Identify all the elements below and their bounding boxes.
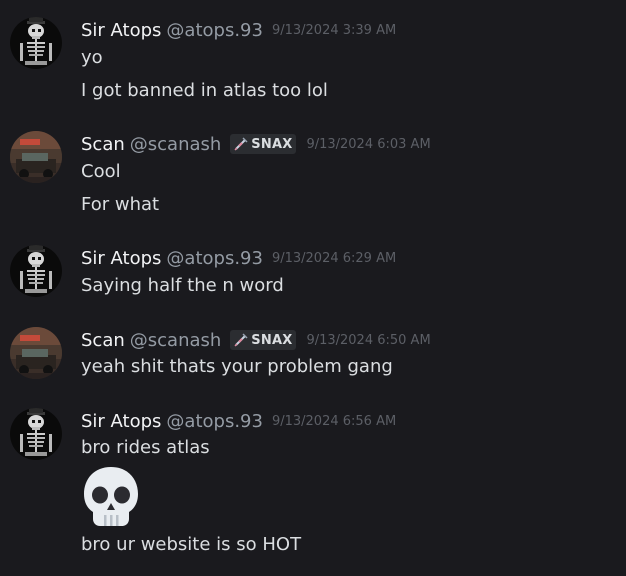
display-name[interactable]: Sir Atops bbox=[81, 248, 161, 269]
message-header: Sir Atops @atops.93 9/13/2024 6:56 AM bbox=[81, 410, 396, 432]
username-handle[interactable]: @scanash bbox=[130, 330, 222, 351]
car-avatar-icon[interactable] bbox=[10, 327, 62, 379]
syringe-icon bbox=[233, 332, 249, 348]
skeleton-avatar-icon[interactable] bbox=[10, 245, 62, 297]
message-header: Scan @scanash SNAX 9/13/2024 6:50 AM bbox=[81, 329, 431, 351]
message-text: Saying half the n word bbox=[81, 275, 284, 296]
chat-message-list: Sir Atops @atops.93 9/13/2024 3:39 AM yo… bbox=[0, 0, 626, 576]
skeleton-avatar-icon[interactable] bbox=[10, 408, 62, 460]
display-name[interactable]: Scan bbox=[81, 330, 125, 351]
timestamp: 9/13/2024 6:29 AM bbox=[271, 250, 397, 266]
display-name[interactable]: Sir Atops bbox=[81, 20, 161, 41]
timestamp: 9/13/2024 3:39 AM bbox=[271, 22, 397, 38]
display-name[interactable]: Scan bbox=[81, 134, 125, 155]
username-handle[interactable]: @scanash bbox=[130, 134, 222, 155]
server-tag-label: SNAX bbox=[251, 136, 293, 152]
username-handle[interactable]: @atops.93 bbox=[166, 248, 263, 269]
message-text: I got banned in atlas too lol bbox=[81, 80, 328, 101]
timestamp: 9/13/2024 6:56 AM bbox=[271, 413, 397, 429]
server-tag[interactable]: SNAX bbox=[230, 330, 297, 350]
username-handle[interactable]: @atops.93 bbox=[166, 20, 263, 41]
message-header: Sir Atops @atops.93 9/13/2024 3:39 AM bbox=[81, 19, 396, 41]
skeleton-avatar-icon[interactable] bbox=[10, 17, 62, 69]
message-header: Sir Atops @atops.93 9/13/2024 6:29 AM bbox=[81, 247, 396, 269]
message-header: Scan @scanash SNAX 9/13/2024 6:03 AM bbox=[81, 133, 431, 155]
message-text: For what bbox=[81, 194, 160, 215]
username-handle[interactable]: @atops.93 bbox=[166, 411, 263, 432]
message-text: Cool bbox=[81, 161, 121, 182]
server-tag-label: SNAX bbox=[251, 332, 293, 348]
display-name[interactable]: Sir Atops bbox=[81, 411, 161, 432]
car-avatar-icon[interactable] bbox=[10, 131, 62, 183]
skull-emoji-icon[interactable] bbox=[81, 465, 141, 529]
server-tag[interactable]: SNAX bbox=[230, 134, 297, 154]
timestamp: 9/13/2024 6:50 AM bbox=[306, 332, 431, 348]
message-text: bro rides atlas bbox=[81, 437, 210, 458]
message-text: yo bbox=[81, 47, 103, 68]
syringe-icon bbox=[233, 136, 249, 152]
timestamp: 9/13/2024 6:03 AM bbox=[306, 136, 431, 152]
message-text: yeah shit thats your problem gang bbox=[81, 356, 393, 377]
message-text: bro ur website is so HOT bbox=[81, 534, 302, 555]
